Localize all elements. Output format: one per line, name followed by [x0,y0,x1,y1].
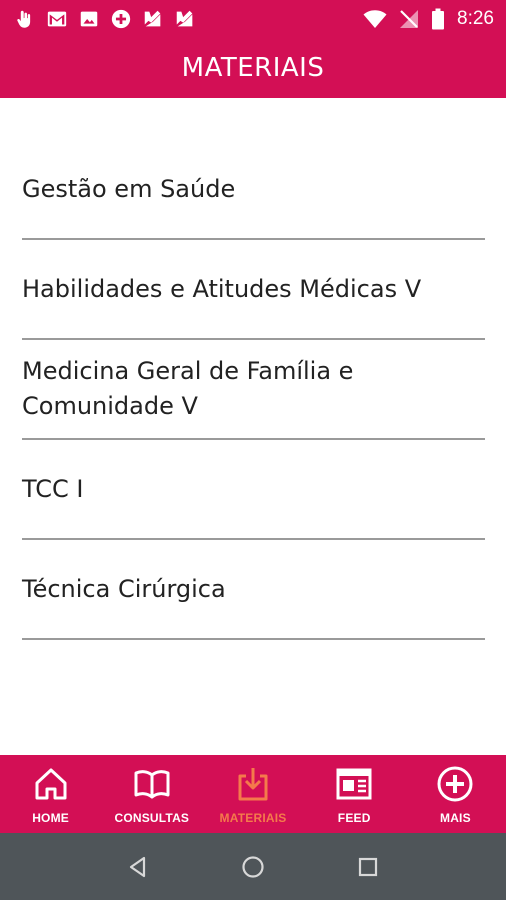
touch-icon [17,10,31,28]
nav-label: CONSULTAS [114,811,190,825]
list-item-label: TCC I [22,474,84,503]
check-badge-icon [144,10,161,27]
battery-icon [432,8,445,30]
nav-tab-materiais[interactable]: MATERIAIS [202,755,303,833]
app-header: MATERIAIS [0,38,506,98]
gmail-icon [47,11,67,27]
plus-circle-icon [111,9,131,29]
notification-icons [14,7,196,31]
list-item-tcc[interactable]: TCC I [22,440,485,540]
nav-tab-mais[interactable]: MAIS [405,755,506,833]
back-icon[interactable] [125,854,151,880]
nav-label: MATERIAIS [219,811,287,825]
bottom-nav: HOME CONSULTAS MATERIAIS FEED MAIS [0,755,506,833]
nav-label: FEED [337,811,371,825]
recents-icon[interactable] [355,854,381,880]
home-circle-icon[interactable] [240,854,266,880]
nav-label: HOME [32,811,69,825]
newspaper-icon [336,768,372,800]
system-nav-bar [0,833,506,900]
home-icon [35,768,67,800]
no-signal-icon [400,10,419,28]
list-item-medicina-geral[interactable]: Medicina Geral de Família e Comunidade V [22,340,485,440]
list-item-gestao-em-saude[interactable]: Gestão em Saúde [22,140,485,240]
nav-tab-home[interactable]: HOME [0,755,101,833]
list-item-label: Gestão em Saúde [22,174,236,203]
nav-tab-consultas[interactable]: CONSULTAS [101,755,202,833]
nav-label: MAIS [440,811,471,825]
check-badge-icon [176,10,193,27]
image-icon [80,11,98,27]
page-title: MATERIAIS [181,53,325,83]
book-icon [134,770,170,799]
list-item-label: Habilidades e Atitudes Médicas V [22,274,422,303]
wifi-icon [363,10,387,28]
download-icon [238,768,268,801]
plus-circle-icon [437,766,473,802]
clock: 8:26 [457,8,494,29]
list-item-habilidades-atitudes[interactable]: Habilidades e Atitudes Médicas V [22,240,485,340]
materials-list: Gestão em Saúde Habilidades e Atitudes M… [22,140,485,640]
list-item-label: Técnica Cirúrgica [22,574,226,603]
system-status: 8:26 [363,7,494,31]
nav-tab-feed[interactable]: FEED [304,755,405,833]
app-screen: 8:26 MATERIAIS Gestão em Saúde Habilidad… [0,0,506,900]
list-item-tecnica-cirurgica[interactable]: Técnica Cirúrgica [22,540,485,640]
status-bar: 8:26 [0,0,506,38]
list-item-label: Medicina Geral de Família e Comunidade V [22,357,354,420]
